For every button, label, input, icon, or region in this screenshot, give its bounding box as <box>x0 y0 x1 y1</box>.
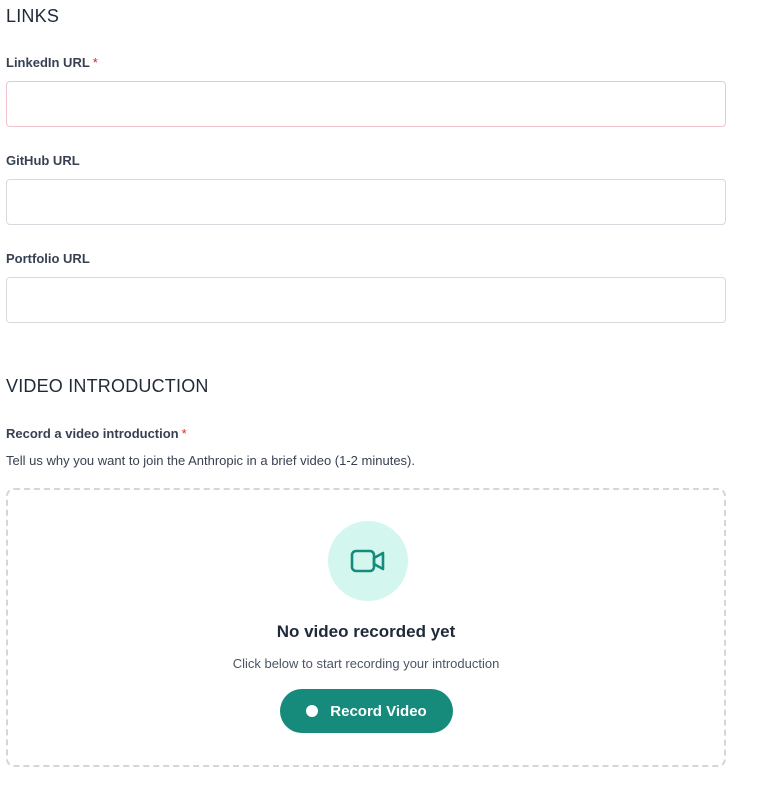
github-label: GitHub URL <box>6 153 80 168</box>
linkedin-label-text: LinkedIn URL <box>6 55 90 70</box>
video-helper-text: Tell us why you want to join the Anthrop… <box>6 453 415 468</box>
video-label-text: Record a video introduction <box>6 426 179 441</box>
links-section-title: LINKS <box>6 6 60 26</box>
record-video-label: Record Video <box>330 702 427 720</box>
video-camera-icon <box>350 547 386 575</box>
record-dot-icon <box>306 705 319 717</box>
required-asterisk: * <box>181 426 187 441</box>
github-url-input[interactable] <box>6 179 726 225</box>
video-recorder-area: No video recorded yet Click below to sta… <box>6 488 726 767</box>
video-section-title: VIDEO INTRODUCTION <box>6 376 209 396</box>
linkedin-label: LinkedIn URL * <box>6 55 98 70</box>
empty-state-title: No video recorded yet <box>276 622 456 641</box>
record-video-button[interactable]: Record Video <box>280 689 453 733</box>
linkedin-url-input[interactable] <box>6 81 726 127</box>
empty-state-subtitle: Click below to start recording your intr… <box>232 656 500 671</box>
portfolio-label: Portfolio URL <box>6 251 90 266</box>
application-form: LINKS LinkedIn URL * GitHub URL Portfolio… <box>0 0 766 789</box>
required-asterisk: * <box>92 55 98 70</box>
portfolio-url-input[interactable] <box>6 277 726 323</box>
video-label: Record a video introduction * <box>6 426 187 441</box>
video-icon-circle <box>328 521 408 601</box>
